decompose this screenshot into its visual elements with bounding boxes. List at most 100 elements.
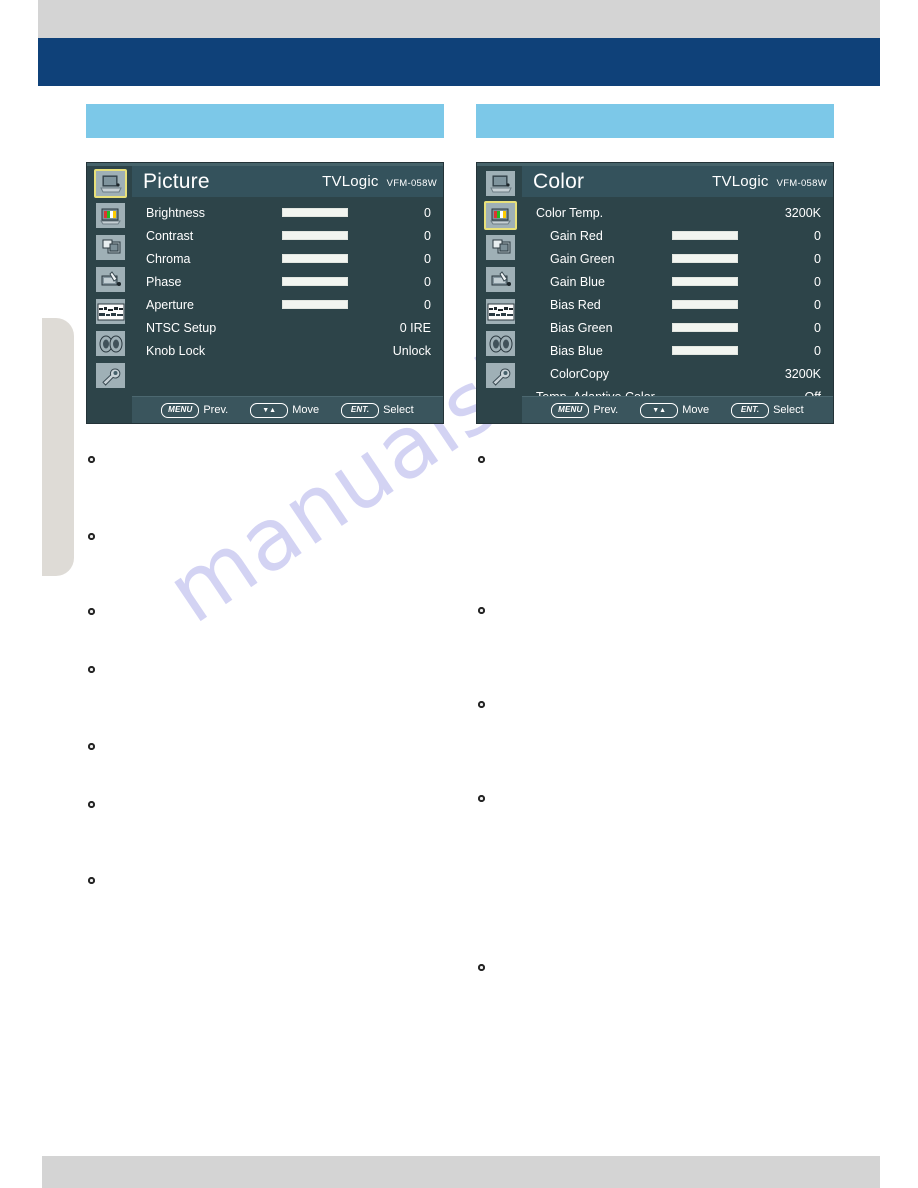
menu-row-slider-cell[interactable] — [672, 346, 761, 355]
menu-row[interactable]: Phase 0 — [132, 270, 443, 293]
menu-row-slider-cell[interactable] — [282, 208, 371, 217]
wrench-tool-icon[interactable] — [484, 361, 517, 390]
menu-row-slider-cell[interactable] — [282, 300, 371, 309]
hint-prev[interactable]: MENU Prev. — [551, 402, 618, 418]
osd-footer-picture: MENU Prev. ▼▲ Move ENT. Select — [132, 396, 443, 423]
menu-row[interactable]: Bias Red 0 — [522, 293, 833, 316]
menu-row[interactable]: Aperture 0 — [132, 293, 443, 316]
menu-row-slider-cell[interactable] — [282, 254, 371, 263]
slider-bar[interactable] — [282, 300, 348, 309]
menu-row-value: 0 — [814, 228, 821, 243]
menu-row[interactable]: Contrast 0 — [132, 224, 443, 247]
hint-move[interactable]: ▼▲ Move — [250, 402, 319, 418]
menu-row-slider-cell[interactable] — [672, 231, 761, 240]
section-header-picture — [86, 104, 444, 138]
menu-row-value: 0 — [814, 320, 821, 335]
bullet-marker-right — [478, 964, 485, 971]
slider-bar[interactable] — [672, 231, 738, 240]
osd-brand: TVLogic — [712, 173, 769, 190]
monitor-icon[interactable] — [484, 169, 517, 198]
bullet-marker-left — [88, 608, 95, 615]
menu-row[interactable]: Bias Blue 0 — [522, 339, 833, 362]
menu-row-slider-cell[interactable] — [282, 231, 371, 240]
menu-row[interactable]: Gain Blue 0 — [522, 270, 833, 293]
enter-key-badge: ENT. — [341, 402, 380, 418]
hint-label: Select — [383, 404, 414, 416]
menu-row-label: Chroma — [146, 251, 191, 266]
menu-row[interactable]: Color Temp. 3200K — [522, 201, 833, 224]
bullet-marker-left — [88, 877, 95, 884]
hint-select[interactable]: ENT. Select — [731, 402, 804, 418]
windows-layers-icon[interactable] — [484, 233, 517, 262]
wrench-tool-icon[interactable] — [94, 361, 127, 390]
slider-bar[interactable] — [282, 231, 348, 240]
slider-bar[interactable] — [672, 254, 738, 263]
menu-row-slider-cell[interactable] — [672, 323, 761, 332]
menu-row[interactable]: Chroma 0 — [132, 247, 443, 270]
menu-row-slider-cell[interactable] — [282, 277, 371, 286]
menu-row-label: Knob Lock — [146, 343, 206, 358]
column-right: Color TVLogic VFM-058W Color Temp. 3200K… — [476, 104, 834, 424]
page-header-band — [38, 38, 880, 86]
osd-brand: TVLogic — [322, 173, 379, 190]
waveform-icon[interactable] — [484, 297, 517, 326]
osd-icon-sidebar-picture[interactable] — [89, 166, 132, 423]
menu-row-slider-cell[interactable] — [672, 300, 761, 309]
menu-row-label: Gain Blue — [550, 274, 605, 289]
bullet-marker-left — [88, 666, 95, 673]
menu-row-label: Gain Green — [550, 251, 615, 266]
menu-row-label: Aperture — [146, 297, 194, 312]
slider-bar[interactable] — [282, 208, 348, 217]
tv-marker-icon[interactable] — [94, 265, 127, 294]
menu-row-slider-cell[interactable] — [672, 254, 761, 263]
hint-select[interactable]: ENT. Select — [341, 402, 414, 418]
column-left: Picture TVLogic VFM-058W Brightness 0 Co… — [86, 104, 444, 424]
slider-bar[interactable] — [672, 277, 738, 286]
menu-row[interactable]: Brightness 0 — [132, 201, 443, 224]
slider-bar[interactable] — [672, 300, 738, 309]
tv-marker-icon[interactable] — [484, 265, 517, 294]
audio-speakers-icon[interactable] — [484, 329, 517, 358]
menu-row-value: 0 — [814, 343, 821, 358]
slider-bar[interactable] — [282, 254, 348, 263]
osd-picture: Picture TVLogic VFM-058W Brightness 0 Co… — [86, 162, 444, 424]
color-monitor-icon[interactable] — [484, 201, 517, 230]
menu-row[interactable]: ColorCopy 3200K — [522, 362, 833, 385]
menu-row-value: 0 — [424, 228, 431, 243]
monitor-icon[interactable] — [94, 169, 127, 198]
menu-row-label: Bias Green — [550, 320, 613, 335]
bullet-marker-left — [88, 743, 95, 750]
slider-bar[interactable] — [672, 346, 738, 355]
menu-row-slider-cell[interactable] — [672, 277, 761, 286]
menu-row[interactable]: Bias Green 0 — [522, 316, 833, 339]
menu-row-value: 0 — [424, 205, 431, 220]
menu-row-label: Bias Red — [550, 297, 601, 312]
hint-label: Prev. — [203, 404, 229, 416]
osd-model: VFM-058W — [776, 177, 827, 189]
waveform-icon[interactable] — [94, 297, 127, 326]
menu-row[interactable]: Gain Green 0 — [522, 247, 833, 270]
slider-bar[interactable] — [672, 323, 738, 332]
osd-icon-sidebar-color[interactable] — [479, 166, 522, 423]
enter-key-badge: ENT. — [731, 402, 770, 418]
hint-prev[interactable]: MENU Prev. — [161, 402, 229, 418]
windows-layers-icon[interactable] — [94, 233, 127, 262]
menu-row-label: ColorCopy — [550, 366, 610, 381]
menu-key-badge: MENU — [551, 402, 590, 418]
menu-row[interactable]: Gain Red 0 — [522, 224, 833, 247]
menu-row-value: 0 IRE — [399, 320, 431, 335]
bullet-marker-right — [478, 456, 485, 463]
hint-move[interactable]: ▼▲ Move — [640, 402, 709, 418]
menu-row-value: 0 — [424, 251, 431, 266]
osd-rows-picture: Brightness 0 Contrast 0 Chroma 0 Phase 0… — [132, 197, 443, 397]
menu-row-value: 0 — [814, 297, 821, 312]
menu-row[interactable]: Knob Lock Unlock — [132, 339, 443, 362]
menu-row[interactable]: NTSC Setup 0 IRE — [132, 316, 443, 339]
color-monitor-icon[interactable] — [94, 201, 127, 230]
bullet-marker-left — [88, 801, 95, 808]
menu-row-value: 3200K — [784, 205, 821, 220]
slider-bar[interactable] — [282, 277, 348, 286]
bullet-marker-right — [478, 607, 485, 614]
audio-speakers-icon[interactable] — [94, 329, 127, 358]
updown-arrows-icon: ▼▲ — [640, 402, 679, 418]
